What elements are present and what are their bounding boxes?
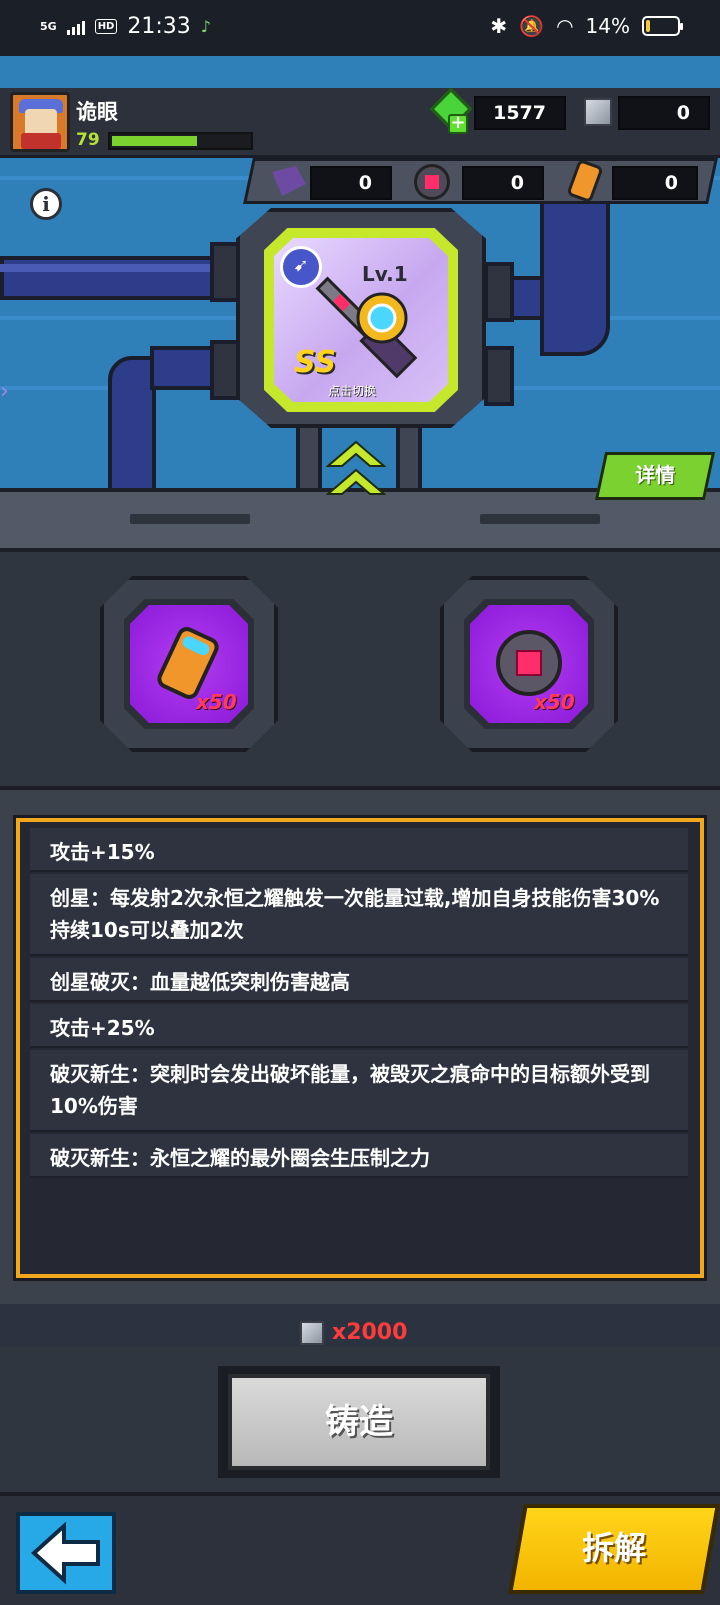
arrow-left-icon xyxy=(31,1521,100,1585)
material-slot-2-count: x50 xyxy=(534,690,575,714)
network-label: 5G xyxy=(40,19,57,33)
battery-percent: 14% xyxy=(585,14,630,38)
cylinder-count: 0 xyxy=(612,166,698,200)
effect-row: 攻击+25% xyxy=(30,1004,688,1048)
effect-row: 创星：每发射2次永恒之耀触发一次能量过载,增加自身技能伤害30%持续10s可以叠… xyxy=(30,874,688,956)
cube-value: 0 xyxy=(676,102,690,124)
bluetooth-icon: ✱ xyxy=(490,14,508,38)
cylinder-value: 0 xyxy=(664,172,678,194)
effect-row: 破灭新生：永恒之耀的最外圈会生压制之力 xyxy=(30,1134,688,1178)
cube-count: 0 xyxy=(618,96,710,130)
weapon-level: Lv.1 xyxy=(362,262,408,286)
gem-value: 1577 xyxy=(493,102,546,124)
shard-value: 0 xyxy=(358,172,372,194)
details-button[interactable]: 详情 xyxy=(594,452,716,500)
forge-button[interactable]: 铸造 xyxy=(228,1374,490,1470)
mute-icon: 🔕 xyxy=(519,14,545,38)
wifi-icon: ◠ xyxy=(556,14,574,38)
core-value: 0 xyxy=(510,172,524,194)
effects-panel: 攻击+15% 创星：每发射2次永恒之耀触发一次能量过载,增加自身技能伤害30%持… xyxy=(16,818,704,1278)
switch-hint[interactable]: 点击切换 xyxy=(328,382,376,399)
weapon-rank: SS xyxy=(294,345,337,380)
dismantle-button[interactable]: 拆解 xyxy=(508,1504,720,1594)
core-count: 0 xyxy=(462,166,544,200)
details-label: 详情 xyxy=(635,463,676,487)
notification-icon: ♪ xyxy=(200,17,211,36)
shard-count: 0 xyxy=(310,166,392,200)
cube-icon xyxy=(584,98,612,126)
effect-row: 破灭新生：突刺时会发出破坏能量，被毁灭之痕命中的目标额外受到10%伤害 xyxy=(30,1050,688,1132)
xp-bar xyxy=(108,132,253,150)
core-icon xyxy=(414,164,450,200)
battery-level xyxy=(646,20,651,32)
status-bar: 5G HD 21:33 ♪ ✱ 🔕 ◠ 14% xyxy=(0,0,720,56)
forge-cost-value: x2000 xyxy=(332,1320,408,1345)
player-name: 诡眼 xyxy=(76,100,118,124)
player-avatar[interactable] xyxy=(10,92,70,152)
plus-icon[interactable]: + xyxy=(448,114,468,134)
player-level: 79 xyxy=(76,130,100,150)
dismantle-label: 拆解 xyxy=(582,1529,647,1567)
core-icon xyxy=(496,630,562,696)
hd-badge: HD xyxy=(94,19,118,34)
effect-row: 攻击+15% xyxy=(30,828,688,872)
cube-icon xyxy=(300,1320,324,1345)
info-icon[interactable]: i xyxy=(30,188,62,220)
weapon-type-icon: ➹ xyxy=(280,246,322,288)
forge-cost: x2000 xyxy=(300,1320,407,1345)
signal-icon xyxy=(66,19,85,35)
xp-fill xyxy=(112,136,197,146)
material-slot-1-count: x50 xyxy=(196,690,237,714)
back-button[interactable] xyxy=(16,1512,116,1594)
gem-count: 1577 xyxy=(474,96,566,130)
chevron-right-icon[interactable]: › xyxy=(0,370,22,414)
battery-icon xyxy=(642,16,683,36)
clock: 21:33 xyxy=(127,14,191,39)
upgrade-arrow-icon xyxy=(326,440,386,495)
effect-row: 创星破灭：血量越低突刺伤害越高 xyxy=(30,958,688,1002)
